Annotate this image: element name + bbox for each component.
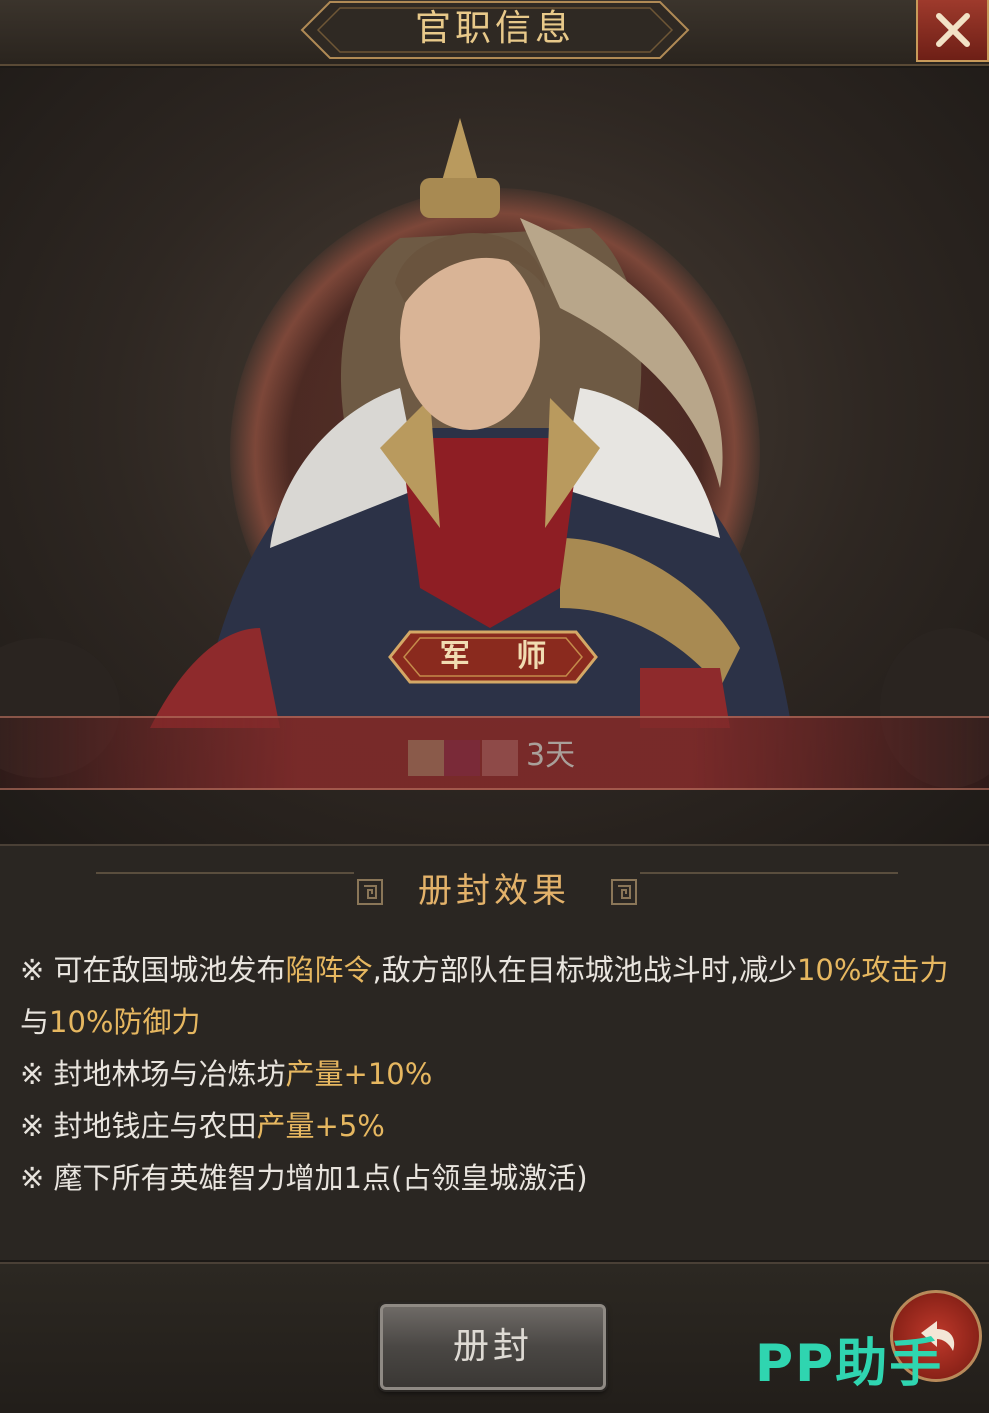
rank-badge: 军 师 [386, 628, 600, 686]
redacted-block [408, 740, 444, 776]
close-button[interactable] [916, 0, 989, 62]
rank-title: 军 师 [439, 639, 565, 674]
effect-text: ※ 封地林场与冶炼坊 [20, 1057, 286, 1091]
footer-bar: 册封 PP助手 [0, 1262, 989, 1413]
effect-text: ※ 麾下所有英雄智力增加1点(占领皇城激活) [20, 1161, 588, 1195]
effect-text: ※ 可在敌国城池发布 [20, 953, 286, 987]
effects-title: 册封效果 [418, 871, 570, 911]
fret-ornament-icon [357, 879, 383, 905]
effect-highlight: 产量+10% [285, 1057, 433, 1091]
effect-highlight: 陷阵令 [285, 953, 373, 987]
effect-text: ,敌方部队在目标城池战斗时,减少 [372, 953, 797, 987]
page-title: 官职信息 [414, 8, 575, 49]
effect-highlight: 10%防御力 [49, 1005, 201, 1039]
watermark-text: PP助手 [755, 1334, 944, 1394]
close-icon [935, 13, 970, 47]
effects-panel: 册封效果 ※ 可在敌国城池发布陷阵令,敌方部队在目标城池战斗时,减少10%攻击力… [0, 844, 989, 1260]
effect-item: ※ 可在敌国城池发布陷阵令,敌方部队在目标城池战斗时,减少10%攻击力与10%防… [20, 944, 970, 1048]
effect-list: ※ 可在敌国城池发布陷阵令,敌方部队在目标城池战斗时,减少10%攻击力与10%防… [20, 944, 970, 1204]
effects-header: 册封效果 [0, 866, 989, 916]
effect-text: 与 [20, 1005, 50, 1039]
effect-item: ※ 封地钱庄与农田产量+5% [20, 1100, 970, 1152]
fret-ornament-icon [611, 879, 637, 905]
effect-text: ※ 封地钱庄与农田 [20, 1109, 257, 1143]
confer-button-label: 册封 [452, 1326, 533, 1367]
title-plate: 官职信息 [300, 0, 690, 62]
confer-button[interactable]: 册封 [380, 1304, 606, 1390]
effect-item: ※ 封地林场与冶炼坊产量+10% [20, 1048, 970, 1100]
effect-highlight: 产量+5% [256, 1109, 385, 1143]
effect-highlight: 10%攻击力 [796, 953, 949, 987]
effect-item: ※ 麾下所有英雄智力增加1点(占领皇城激活) [20, 1152, 970, 1204]
redacted-block [444, 740, 480, 776]
header-bar: 官职信息 [0, 0, 989, 66]
redacted-block [482, 740, 518, 776]
duration-value: 3天 [526, 738, 576, 773]
hero-portrait-area: 军 师 3天 [0, 68, 989, 844]
